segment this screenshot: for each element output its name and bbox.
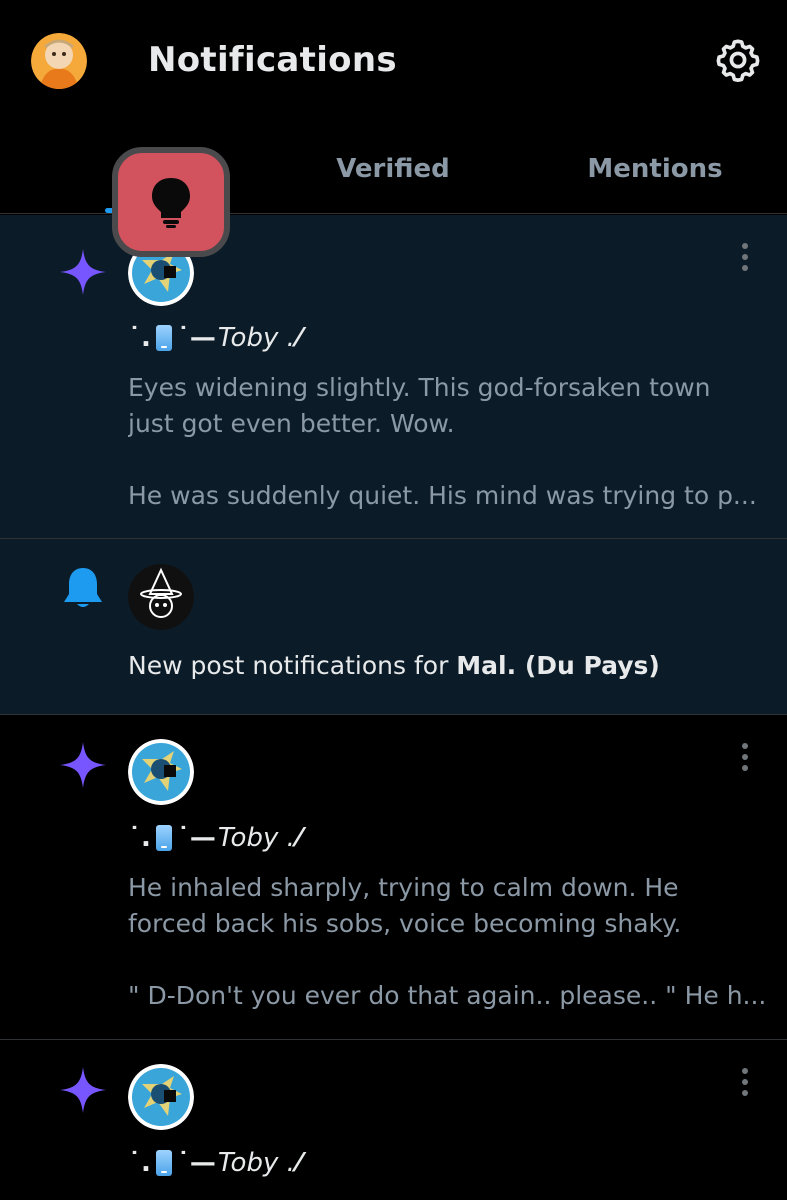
author-name[interactable]: ˙. ˙— Toby . ⁄ [128, 1148, 301, 1178]
name-suffix: ⁄ [296, 1148, 302, 1178]
post-line: He inhaled sharply, trying to calm down.… [128, 873, 679, 902]
top-bar: Notifications [0, 0, 787, 124]
more-options-button[interactable] [730, 737, 760, 777]
name-text: Toby . [217, 323, 295, 353]
post-line: " D-Don't you ever do that again.. pleas… [128, 981, 767, 1010]
notifications-screen: Notifications All Verified Mentions [0, 0, 787, 1200]
notification-item[interactable]: New post notifications for Mal. (Du Pays… [0, 539, 787, 715]
name-mid: ˙— [176, 823, 216, 853]
post-preview: He inhaled sharply, trying to calm down.… [128, 870, 768, 1014]
page-title: Notifications [148, 40, 397, 80]
post-line: Eyes widening slightly. This god-forsake… [128, 373, 711, 402]
post-line: forced back his sobs, voice becoming sha… [128, 909, 682, 938]
post-line: He was suddenly quiet. His mind was tryi… [128, 481, 757, 510]
avatar[interactable] [128, 1064, 194, 1130]
name-text: Toby . [217, 823, 295, 853]
account-name[interactable]: Mal. (Du Pays) [456, 651, 660, 680]
sparkle-icon [56, 738, 110, 792]
notification-item[interactable]: ˙. ˙— Toby . ⁄ He inhaled sharply, tryin… [0, 715, 787, 1040]
name-text: Toby . [217, 1148, 295, 1178]
lightbulb-icon[interactable] [112, 147, 230, 257]
name-mid: ˙— [176, 323, 216, 353]
sparkle-icon [56, 1063, 110, 1117]
name-prefix: ˙. [128, 823, 151, 853]
tab-verified[interactable]: Verified [262, 124, 524, 214]
gear-icon[interactable] [715, 37, 761, 83]
sparkle-icon [56, 245, 110, 299]
post-line: just got even better. Wow. [128, 409, 455, 438]
phone-emoji-icon [155, 325, 172, 351]
notification-text-plain: New post notifications for [128, 651, 457, 680]
avatar[interactable] [128, 564, 194, 630]
name-mid: ˙— [176, 1148, 216, 1178]
phone-emoji-icon [155, 1150, 172, 1176]
bell-icon [56, 561, 110, 615]
author-name[interactable]: ˙. ˙— Toby . ⁄ [128, 323, 301, 353]
name-prefix: ˙. [128, 323, 151, 353]
tab-mentions[interactable]: Mentions [524, 124, 786, 214]
notification-text: New post notifications for Mal. (Du Pays… [128, 651, 660, 680]
author-name[interactable]: ˙. ˙— Toby . ⁄ [128, 823, 301, 853]
name-suffix: ⁄ [296, 823, 302, 853]
more-options-button[interactable] [730, 1062, 760, 1102]
avatar[interactable] [128, 739, 194, 805]
more-options-button[interactable] [730, 237, 760, 277]
phone-emoji-icon [155, 825, 172, 851]
notification-item[interactable]: ˙. ˙— Toby . ⁄ [0, 1040, 787, 1200]
post-preview: Eyes widening slightly. This god-forsake… [128, 370, 768, 514]
name-suffix: ⁄ [296, 323, 302, 353]
user-avatar-icon[interactable] [31, 33, 87, 89]
name-prefix: ˙. [128, 1148, 151, 1178]
notification-item[interactable]: ˙. ˙— Toby . ⁄ Eyes widening slightly. T… [0, 215, 787, 539]
